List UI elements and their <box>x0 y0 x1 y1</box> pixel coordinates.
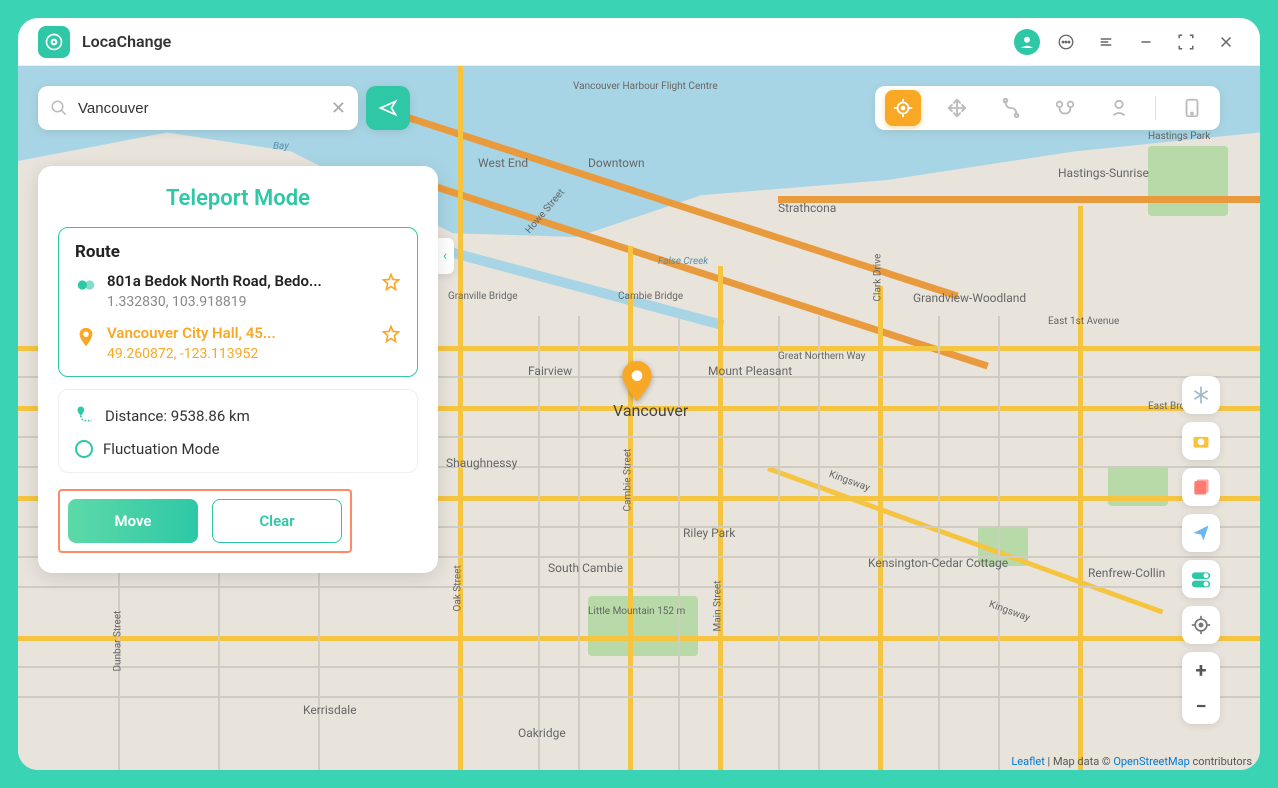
search-box: ✕ <box>38 86 358 130</box>
search-row: ✕ <box>38 86 410 130</box>
teleport-mode-button[interactable] <box>885 90 921 126</box>
distance-row: Distance: 9538.86 km <box>75 404 401 428</box>
route-destination[interactable]: Vancouver City Hall, 45... 49.260872, -1… <box>75 324 401 362</box>
feedback-button[interactable] <box>1052 28 1080 56</box>
multi-spot-mode-button[interactable] <box>993 90 1029 126</box>
collapse-panel-button[interactable]: ‹ <box>436 238 454 274</box>
osm-link[interactable]: OpenStreetMap <box>1113 755 1189 768</box>
origin-name: 801a Bedok North Road, Bedo... <box>107 272 371 290</box>
jump-mode-button[interactable] <box>1047 90 1083 126</box>
send-icon <box>378 98 398 118</box>
side-tools: + − <box>1182 376 1220 724</box>
leaflet-link[interactable]: Leaflet <box>1011 755 1044 768</box>
app-title: LocaChange <box>82 32 171 51</box>
origin-favorite[interactable] <box>381 272 401 296</box>
clear-button[interactable]: Clear <box>212 499 342 543</box>
device-button[interactable] <box>1174 90 1210 126</box>
fluctuation-label: Fluctuation Mode <box>103 440 220 458</box>
map-attribution: Leaflet | Map data © OpenStreetMap contr… <box>1011 755 1252 768</box>
fluctuation-row[interactable]: Fluctuation Mode <box>75 440 401 458</box>
teleport-panel: Teleport Mode Route 801a Bedok North Roa… <box>38 166 438 573</box>
options-card: Distance: 9538.86 km Fluctuation Mode <box>58 389 418 473</box>
search-icon <box>50 99 68 117</box>
separator <box>1155 96 1156 120</box>
destination-coords: 49.260872, -123.113952 <box>107 346 371 362</box>
cooldown-button[interactable] <box>1182 376 1220 414</box>
origin-icon <box>75 274 97 296</box>
fluctuation-radio[interactable] <box>75 440 93 458</box>
zoom-in-button[interactable]: + <box>1182 652 1220 688</box>
destination-icon <box>75 326 97 348</box>
action-buttons: Move Clear <box>58 489 352 553</box>
map[interactable]: West End Downtown Vancouver Harbour Flig… <box>18 66 1260 770</box>
route-card: Route 801a Bedok North Road, Bedo... 1.3… <box>58 227 418 377</box>
two-spot-mode-button[interactable] <box>939 90 975 126</box>
distance-icon <box>75 404 95 428</box>
close-button[interactable] <box>1212 28 1240 56</box>
titlebar: LocaChange <box>18 18 1260 66</box>
app-logo <box>38 26 70 58</box>
route-title: Route <box>75 242 401 262</box>
distance-label: Distance: 9538.86 km <box>105 407 250 425</box>
route-origin[interactable]: 801a Bedok North Road, Bedo... 1.332830,… <box>75 272 401 310</box>
destination-name: Vancouver City Hall, 45... <box>107 324 371 342</box>
share-button[interactable] <box>1182 514 1220 552</box>
joystick-mode-button[interactable] <box>1101 90 1137 126</box>
map-pin-icon <box>621 361 653 401</box>
mode-toolbar <box>875 86 1220 130</box>
menu-button[interactable] <box>1092 28 1120 56</box>
origin-coords: 1.332830, 103.918819 <box>107 294 371 310</box>
avatar-button[interactable] <box>1014 29 1040 55</box>
locate-button[interactable] <box>1182 606 1220 644</box>
history-button[interactable] <box>1182 468 1220 506</box>
search-input[interactable] <box>78 100 321 117</box>
move-button[interactable]: Move <box>68 499 198 543</box>
maximize-button[interactable] <box>1172 28 1200 56</box>
panel-title: Teleport Mode <box>58 186 418 211</box>
camera-tool-button[interactable] <box>1182 422 1220 460</box>
zoom-out-button[interactable]: − <box>1182 688 1220 724</box>
app-window: LocaChange <box>18 18 1260 770</box>
search-clear[interactable]: ✕ <box>331 98 346 119</box>
zoom-controls: + − <box>1182 652 1220 724</box>
toggle-button[interactable] <box>1182 560 1220 598</box>
search-go-button[interactable] <box>366 86 410 130</box>
minimize-button[interactable] <box>1132 28 1160 56</box>
destination-favorite[interactable] <box>381 324 401 348</box>
